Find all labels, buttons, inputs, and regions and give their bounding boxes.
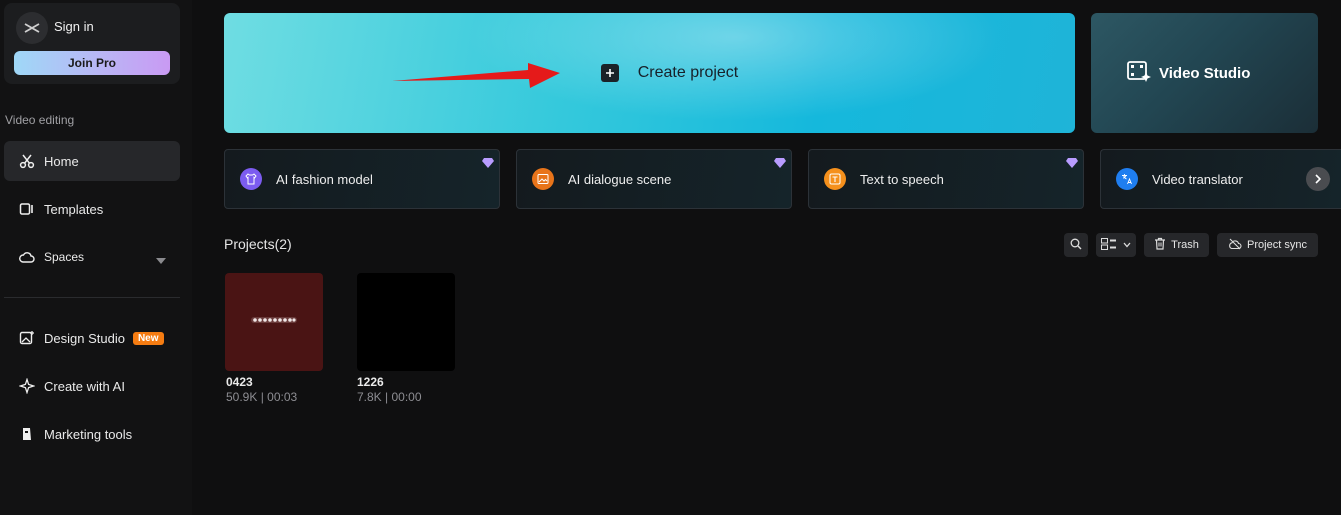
sidebar-item-create-with-ai[interactable]: Create with AI (4, 366, 180, 406)
app-root: Sign in Join Pro Video editing Home Temp… (0, 0, 1341, 515)
video-studio-label: Video Studio (1159, 64, 1251, 82)
view-toggle-button[interactable] (1096, 233, 1136, 257)
projects-title: Projects(2) (224, 236, 292, 252)
chevron-down-icon (1123, 239, 1131, 251)
account-card: Sign in Join Pro (4, 3, 180, 84)
capcut-logo-icon[interactable] (16, 12, 48, 44)
project-sync-label: Project sync (1247, 239, 1307, 251)
sidebar-item-label: Marketing tools (44, 426, 133, 442)
feature-card-ai-dialogue-scene[interactable]: AI dialogue scene (516, 149, 792, 209)
new-badge: New (132, 331, 164, 345)
sidebar-divider (4, 297, 180, 298)
project-sync-button[interactable]: Project sync (1217, 233, 1318, 257)
join-pro-button[interactable]: Join Pro (14, 51, 170, 75)
design-icon (18, 329, 36, 347)
sidebar-item-home[interactable]: Home (4, 141, 180, 181)
pro-diamond-icon (482, 155, 494, 173)
cloud-icon (18, 248, 36, 266)
red-arrow-annotation (392, 63, 560, 88)
sidebar: Sign in Join Pro Video editing Home Temp… (0, 0, 192, 515)
sidebar-item-marketing-tools[interactable]: Marketing tools (4, 414, 180, 454)
sidebar-item-label: Design Studio (44, 330, 125, 346)
sidebar-item-label: Spaces (44, 250, 85, 264)
feature-card-video-translator[interactable]: Video translator (1100, 149, 1341, 209)
translate-icon (1116, 168, 1138, 190)
pro-diamond-icon (774, 155, 786, 173)
scissors-icon (18, 152, 36, 170)
project-thumbnail[interactable] (357, 273, 455, 371)
pro-diamond-icon (1066, 155, 1078, 173)
trash-label: Trash (1171, 239, 1199, 251)
project-name[interactable]: 0423 (226, 375, 253, 389)
image-icon (532, 168, 554, 190)
section-label: Video editing (5, 113, 75, 127)
sign-in-link[interactable]: Sign in (54, 19, 94, 34)
trash-button[interactable]: Trash (1144, 233, 1209, 257)
sidebar-item-spaces[interactable]: Spaces (4, 237, 180, 277)
feature-card-ai-fashion-model[interactable]: AI fashion model (224, 149, 500, 209)
grid-view-icon (1101, 237, 1117, 253)
tts-icon (824, 168, 846, 190)
scroll-right-button[interactable] (1306, 167, 1330, 191)
caret-down-icon[interactable] (156, 252, 166, 267)
project-name[interactable]: 1226 (357, 375, 384, 389)
create-project-content: Create project (600, 64, 739, 82)
sparkle-icon (18, 377, 36, 395)
video-studio-card[interactable]: Video Studio (1091, 13, 1318, 133)
project-thumbnail[interactable] (225, 273, 323, 371)
feature-card-text-to-speech[interactable]: Text to speech (808, 149, 1084, 209)
create-project-card[interactable]: Create project (224, 13, 1075, 133)
templates-icon (18, 200, 36, 218)
thumbnail-caption-graphic (225, 316, 323, 326)
sidebar-item-label: Home (44, 153, 79, 169)
create-project-label: Create project (637, 64, 739, 81)
feature-label: AI fashion model (276, 171, 373, 187)
video-studio-icon (1127, 60, 1151, 87)
project-meta: 7.8K | 00:00 (357, 390, 422, 404)
shirt-icon (240, 168, 262, 190)
trash-icon (1154, 237, 1166, 253)
feature-label: Text to speech (860, 171, 944, 187)
cloud-off-icon (1228, 238, 1242, 253)
project-meta: 50.9K | 00:03 (226, 390, 298, 404)
feature-label: Video translator (1152, 171, 1243, 187)
sidebar-item-templates[interactable]: Templates (4, 189, 180, 229)
search-icon (1070, 238, 1082, 253)
sidebar-item-label: Templates (44, 201, 104, 217)
sidebar-item-design-studio[interactable]: Design Studio New (4, 318, 180, 358)
plus-icon (600, 64, 619, 82)
sidebar-item-label: Create with AI (44, 378, 125, 394)
feature-label: AI dialogue scene (568, 171, 672, 187)
marketing-icon (18, 425, 36, 443)
search-button[interactable] (1064, 233, 1088, 257)
